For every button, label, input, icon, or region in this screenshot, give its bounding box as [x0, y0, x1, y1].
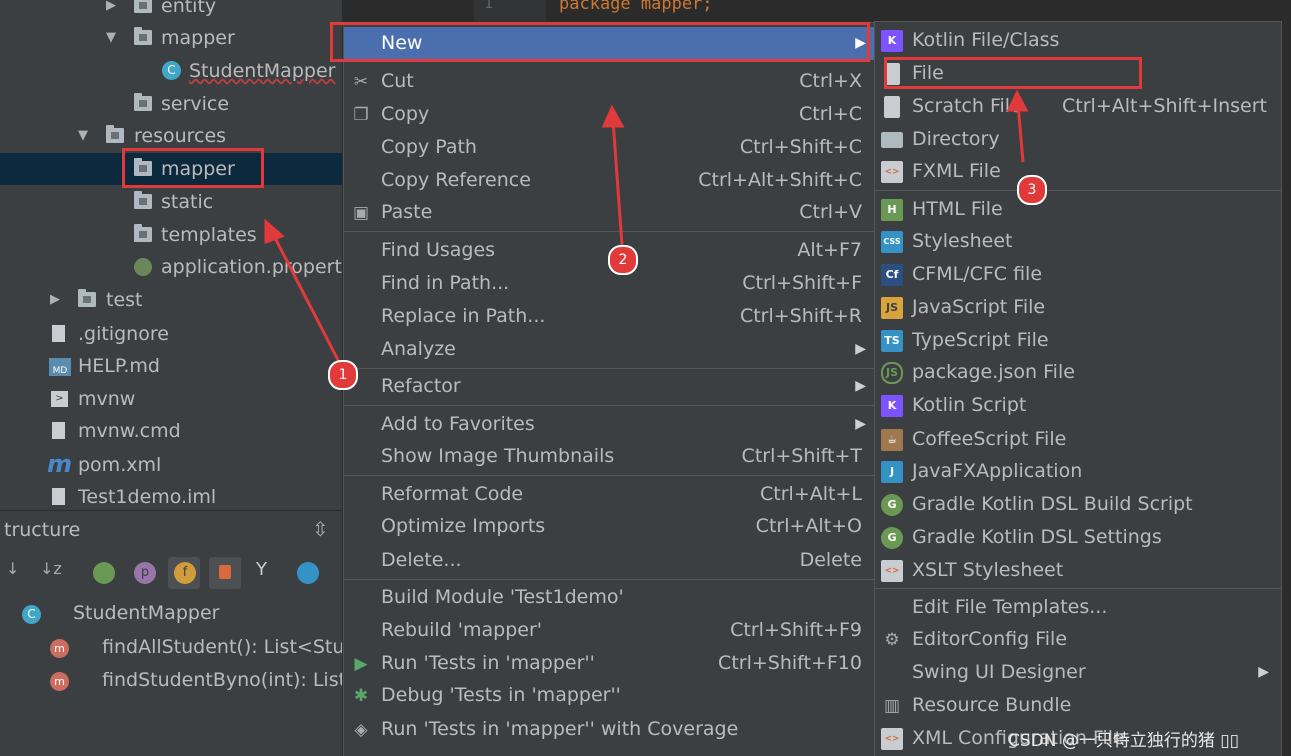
arrow-2 — [611, 119, 624, 246]
arrow-3-head — [1006, 89, 1029, 112]
arrow-1-head — [264, 218, 285, 245]
arrow-3 — [1016, 103, 1025, 163]
annotation-arrows — [264, 89, 1029, 361]
arrow-1 — [270, 231, 340, 361]
annotation-badge-3: 3 — [1017, 175, 1047, 205]
arrow-2-head — [601, 104, 625, 128]
annotation-badge-2: 2 — [608, 245, 638, 275]
watermark: CSDN @一只特立独行的猪 ▯▯ — [1008, 731, 1239, 751]
annotation-badge-1: 1 — [328, 360, 358, 390]
